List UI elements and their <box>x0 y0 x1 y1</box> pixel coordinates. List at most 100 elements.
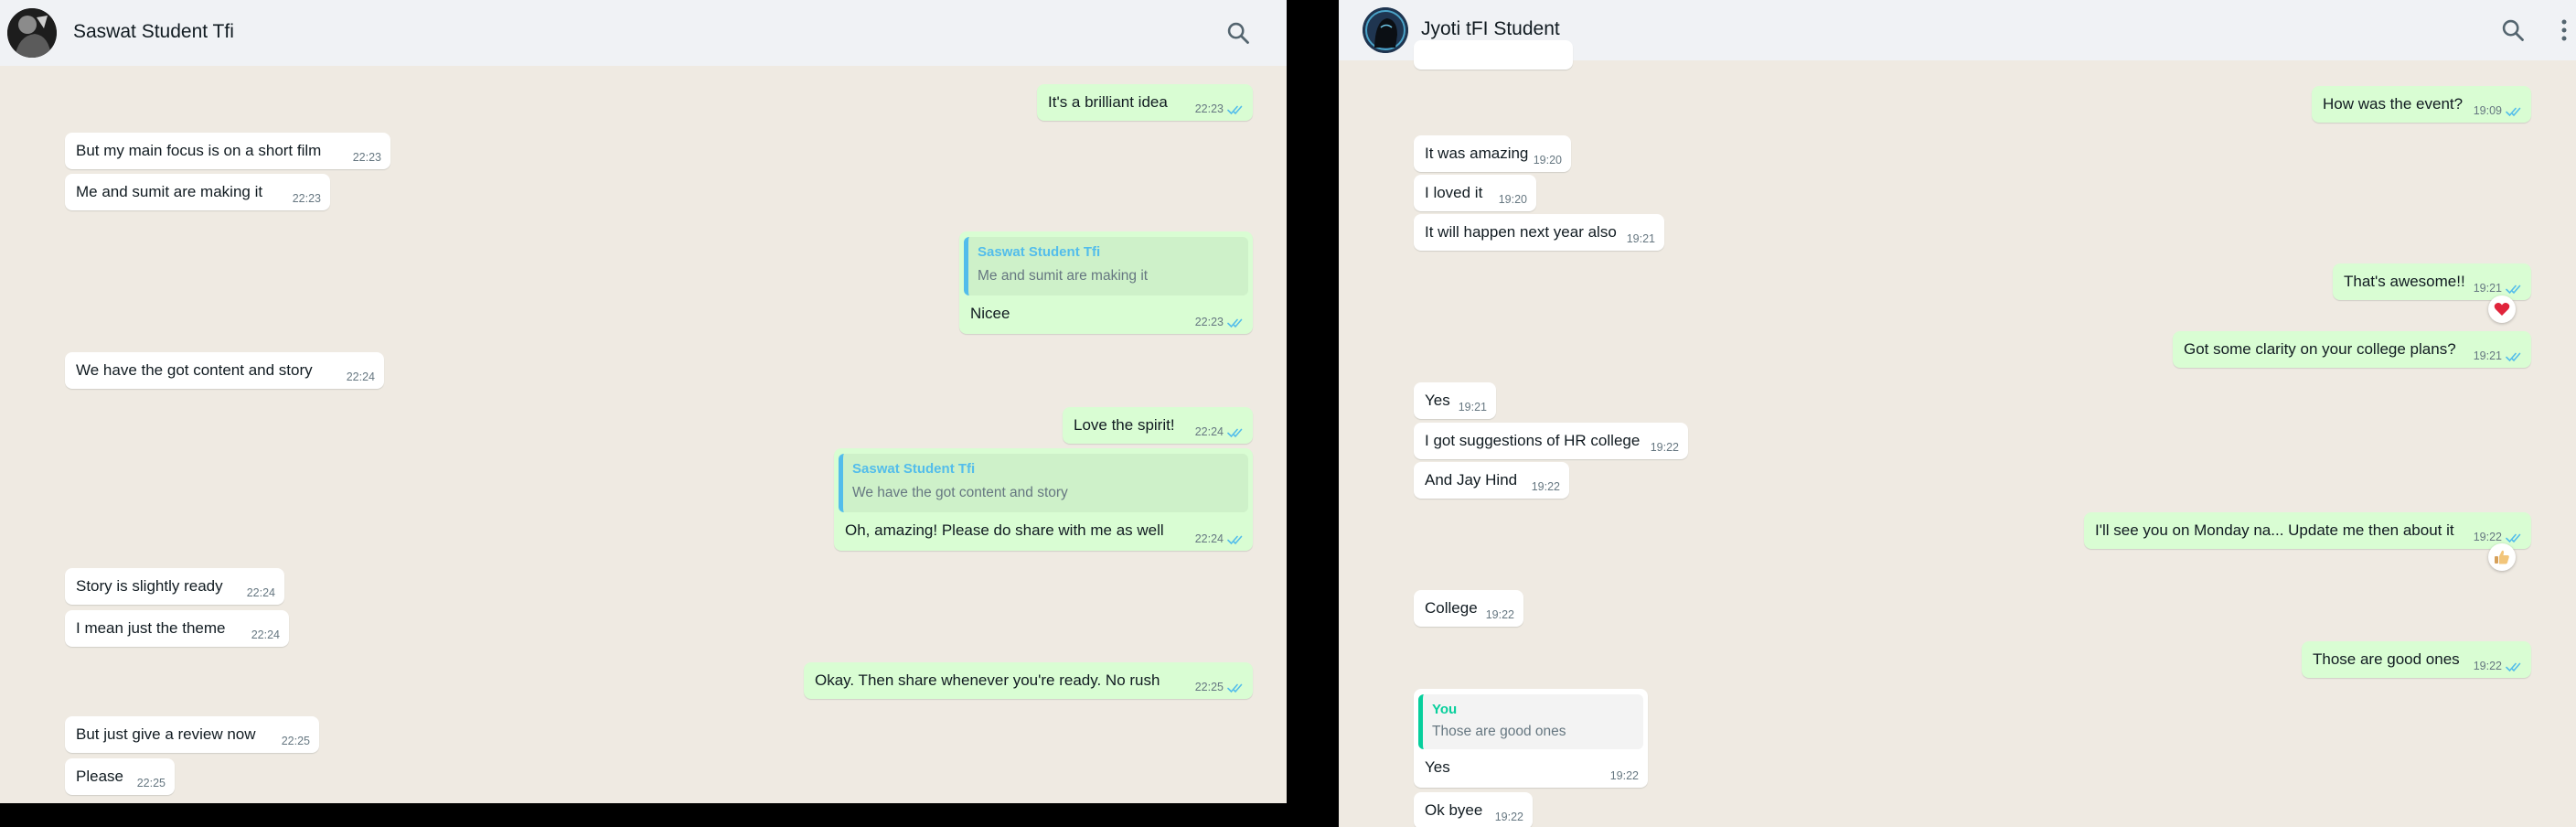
message-time: 19:09 <box>2473 104 2502 117</box>
message-text: I got suggestions of HR college <box>1425 432 1641 449</box>
search-icon[interactable] <box>2500 17 2526 43</box>
message-time: 22:24 <box>1194 425 1224 438</box>
message-time: 22:23 <box>1194 102 1224 115</box>
search-icon[interactable] <box>1225 20 1251 46</box>
quoted-message[interactable]: Saswat Student Tfi Me and sumit are maki… <box>964 237 1248 295</box>
double-check-icon <box>2506 106 2524 117</box>
contact-avatar[interactable] <box>1363 7 1408 53</box>
message-incoming[interactable]: It will happen next year also 19:21 <box>1414 214 1664 251</box>
message-list[interactable]: It's a brilliant idea 22:23 But my main … <box>0 66 1287 803</box>
message-text: I'll see you on Monday na... Update me t… <box>2095 521 2454 539</box>
contact-name[interactable]: Jyoti tFI Student <box>1421 18 1560 40</box>
message-time: 22:24 <box>251 628 280 641</box>
message-text: It will happen next year also <box>1425 223 1617 241</box>
message-time: 22:25 <box>136 777 166 789</box>
message-outgoing[interactable]: It's a brilliant idea 22:23 <box>1037 84 1253 121</box>
message-outgoing[interactable]: Okay. Then share whenever you're ready. … <box>804 662 1253 699</box>
message-incoming[interactable]: Story is slightly ready 22:24 <box>65 568 284 605</box>
message-incoming[interactable]: And Jay Hind 19:22 <box>1414 462 1569 499</box>
message-outgoing[interactable]: Love the spirit! 22:24 <box>1063 407 1253 444</box>
message-incoming[interactable]: It was amazing 19:20 <box>1414 135 1571 172</box>
message-text: But just give a review now <box>76 725 256 743</box>
message-text: I loved it <box>1425 184 1483 201</box>
message-outgoing[interactable]: Got some clarity on your college plans? … <box>2173 331 2531 368</box>
message-time: 19:21 <box>1458 401 1487 414</box>
quote-author: You <box>1432 702 1458 717</box>
message-text: Okay. Then share whenever you're ready. … <box>815 671 1160 689</box>
quote-text: Those are good ones <box>1432 724 1566 739</box>
message-time: 19:22 <box>2473 660 2502 672</box>
message-list[interactable]: How was the event? 19:09 It was amazing … <box>1339 40 2576 827</box>
message-text: Yes <box>1425 758 1450 776</box>
message-time: 22:23 <box>292 192 321 205</box>
message-text: Those are good ones <box>2313 650 2460 668</box>
message-outgoing[interactable]: I'll see you on Monday na... Update me t… <box>2084 512 2531 549</box>
message-outgoing[interactable]: That's awesome!! 19:21 <box>2333 263 2531 300</box>
message-incoming[interactable]: I got suggestions of HR college 19:22 <box>1414 423 1688 459</box>
message-text: Got some clarity on your college plans? <box>2184 340 2456 358</box>
contact-name[interactable]: Saswat Student Tfi <box>73 21 234 43</box>
message-time: 22:23 <box>352 151 381 164</box>
message-incoming-reply[interactable]: You Those are good ones Yes 19:22 <box>1414 689 1648 788</box>
quoted-message[interactable]: You Those are good ones <box>1418 694 1643 749</box>
left-chat-window: Saswat Student Tfi It's a brilliant idea… <box>0 0 1287 803</box>
message-time: 19:22 <box>1650 441 1679 454</box>
message-text: Oh, amazing! Please do share with me as … <box>845 521 1164 539</box>
message-time: 19:20 <box>1498 193 1527 206</box>
message-outgoing-reply[interactable]: Saswat Student Tfi We have the got conte… <box>834 448 1253 551</box>
message-text: We have the got content and story <box>76 361 313 379</box>
double-check-icon <box>2506 661 2524 672</box>
message-text: Story is slightly ready <box>76 577 223 595</box>
more-vertical-icon[interactable] <box>2558 16 2571 44</box>
message-incoming[interactable]: College 19:22 <box>1414 590 1523 627</box>
quoted-message[interactable]: Saswat Student Tfi We have the got conte… <box>839 454 1248 512</box>
double-check-icon <box>2506 284 2524 295</box>
message-text: Me and sumit are making it <box>76 183 263 200</box>
message-time: 19:21 <box>2473 282 2502 295</box>
heart-reaction-icon[interactable] <box>2488 295 2516 323</box>
contact-avatar[interactable] <box>7 8 57 58</box>
message-incoming[interactable]: But just give a review now 22:25 <box>65 716 319 753</box>
message-time: 19:21 <box>1626 232 1655 245</box>
message-text: How was the event? <box>2323 95 2464 113</box>
message-time: 22:25 <box>1194 681 1224 693</box>
chat-header: Saswat Student Tfi <box>0 0 1287 66</box>
double-check-icon <box>2506 532 2524 543</box>
quote-text: Me and sumit are making it <box>978 268 1149 284</box>
message-incoming[interactable]: We have the got content and story 22:24 <box>65 352 384 389</box>
quote-author: Saswat Student Tfi <box>978 244 1101 260</box>
message-text: It's a brilliant idea <box>1048 93 1168 111</box>
message-text: And Jay Hind <box>1425 471 1518 489</box>
message-time: 19:22 <box>1494 811 1523 823</box>
message-time: 22:25 <box>281 735 310 747</box>
message-incoming-partial[interactable] <box>1414 40 1573 70</box>
message-time: 22:24 <box>346 371 375 383</box>
double-check-icon <box>2506 351 2524 362</box>
message-time: 19:22 <box>1531 480 1560 493</box>
double-check-icon <box>1227 317 1245 328</box>
message-incoming[interactable]: Please 22:25 <box>65 758 175 795</box>
message-outgoing-reply[interactable]: Saswat Student Tfi Me and sumit are maki… <box>959 231 1253 334</box>
message-text: That's awesome!! <box>2344 273 2465 290</box>
thumbs-up-reaction-icon[interactable] <box>2488 543 2516 571</box>
message-incoming[interactable]: I mean just the theme 22:24 <box>65 610 289 647</box>
message-text: I mean just the theme <box>76 619 226 637</box>
double-check-icon <box>1227 682 1245 693</box>
message-incoming[interactable]: I loved it 19:20 <box>1414 175 1536 211</box>
message-time: 22:24 <box>246 586 275 599</box>
message-incoming[interactable]: But my main focus is on a short film 22:… <box>65 133 390 169</box>
double-check-icon <box>1227 104 1245 115</box>
right-chat-window: Jyoti tFI Student How was the event? 19:… <box>1339 0 2576 827</box>
message-incoming[interactable]: Ok byee 19:22 <box>1414 792 1533 827</box>
message-incoming[interactable]: Me and sumit are making it 22:23 <box>65 174 330 210</box>
message-outgoing[interactable]: How was the event? 19:09 <box>2312 86 2531 123</box>
double-check-icon <box>1227 427 1245 438</box>
message-incoming[interactable]: Yes 19:21 <box>1414 382 1496 419</box>
message-time: 19:20 <box>1533 154 1562 166</box>
message-text: But my main focus is on a short film <box>76 142 322 159</box>
message-text: Love the spirit! <box>1074 416 1175 434</box>
message-outgoing[interactable]: Those are good ones 19:22 <box>2302 641 2531 678</box>
double-check-icon <box>1227 534 1245 545</box>
message-text: College <box>1425 599 1478 617</box>
quote-author: Saswat Student Tfi <box>852 461 976 477</box>
